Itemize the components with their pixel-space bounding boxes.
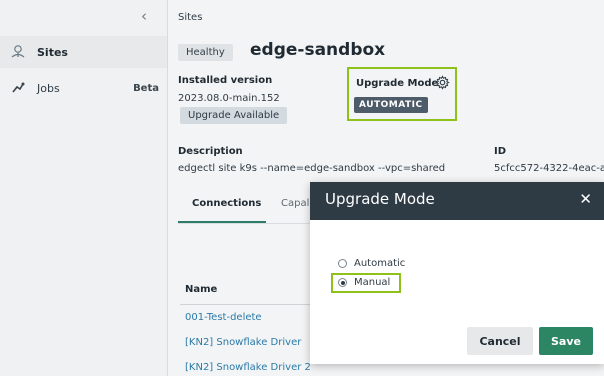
tab-capabilities[interactable]: Capal xyxy=(281,198,309,209)
sidebar-item-label: Jobs xyxy=(37,81,60,95)
table-row[interactable]: [KN2] Snowflake Driver 2 xyxy=(185,362,311,373)
upgrade-available-badge[interactable]: Upgrade Available xyxy=(180,107,288,124)
close-icon[interactable]: ✕ xyxy=(579,190,592,208)
jobs-icon xyxy=(12,82,25,93)
upgrade-mode-highlight: Upgrade Mode AUTOMATIC xyxy=(347,67,457,121)
sidebar-item-sites[interactable]: Sites xyxy=(0,36,167,68)
upgrade-mode-badge: AUTOMATIC xyxy=(354,97,428,113)
description-value: edgectl site k9s --name=edge-sandbox --v… xyxy=(178,163,446,174)
radio-manual[interactable]: Manual xyxy=(338,277,390,288)
sidebar-item-jobs[interactable]: Jobs Beta xyxy=(0,72,167,104)
sidebar-item-label: Sites xyxy=(37,45,68,59)
description-label: Description xyxy=(178,146,243,157)
installed-version-label: Installed version xyxy=(178,75,273,86)
table-row[interactable]: [KN2] Snowflake Driver xyxy=(185,337,301,348)
dialog-title: Upgrade Mode xyxy=(325,190,435,208)
installed-version-value: 2023.08.0-main.152 xyxy=(178,93,280,104)
radio-label: Manual xyxy=(354,277,391,288)
sites-icon xyxy=(11,45,25,58)
radio-button[interactable] xyxy=(338,259,347,268)
radio-button-selected[interactable] xyxy=(338,278,347,287)
upgrade-mode-dialog: Upgrade Mode ✕ Automatic Manual Cancel S… xyxy=(310,182,604,364)
column-header-name[interactable]: Name xyxy=(185,284,217,295)
save-button[interactable]: Save xyxy=(539,327,593,355)
beta-badge: Beta xyxy=(133,82,159,94)
id-label: ID xyxy=(494,146,507,157)
sidebar: ‹ Sites Jobs Beta xyxy=(0,0,168,376)
status-badge: Healthy xyxy=(178,44,233,61)
breadcrumb[interactable]: Sites xyxy=(178,12,202,23)
upgrade-mode-label: Upgrade Mode xyxy=(356,78,439,89)
table-row[interactable]: 001-Test-delete xyxy=(185,312,262,323)
radio-automatic[interactable]: Automatic xyxy=(338,258,405,269)
cancel-button[interactable]: Cancel xyxy=(467,327,533,355)
id-value: 5cfcc572-4322-4eac-ae xyxy=(494,163,604,174)
tab-connections[interactable]: Connections xyxy=(192,198,261,209)
page-title: edge-sandbox xyxy=(250,40,386,60)
gear-icon[interactable] xyxy=(435,75,450,90)
radio-label: Automatic xyxy=(354,258,406,269)
collapse-sidebar-icon[interactable]: ‹ xyxy=(141,7,147,25)
dialog-header: Upgrade Mode ✕ xyxy=(310,182,604,220)
